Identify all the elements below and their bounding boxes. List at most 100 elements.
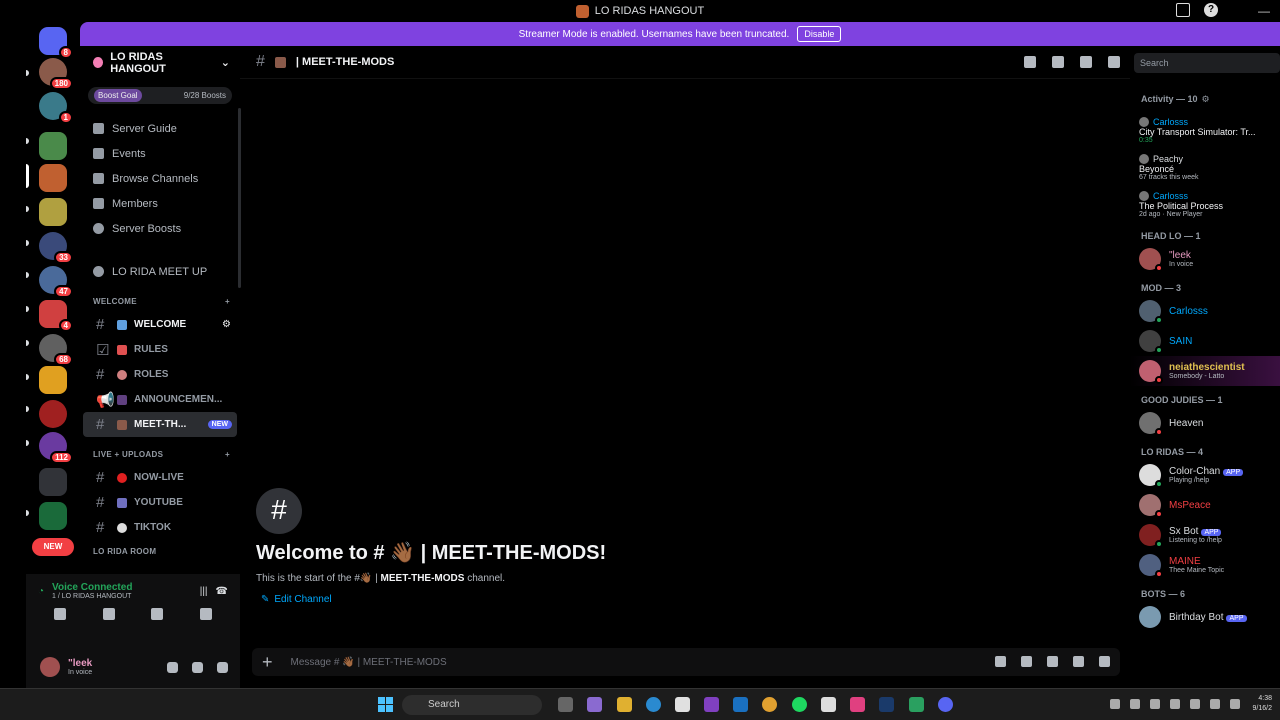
settings-icon[interactable]: ⚙ [222, 319, 231, 330]
app-icon[interactable] [704, 697, 719, 712]
member-item[interactable]: Heaven [1130, 408, 1280, 438]
edge-icon[interactable] [646, 697, 661, 712]
guild-icon[interactable]: 33 [39, 232, 73, 264]
app-icon[interactable] [909, 697, 924, 712]
guild-icon[interactable]: 1 [39, 92, 73, 124]
task-view-icon[interactable] [558, 697, 573, 712]
nav-members[interactable]: Members [80, 191, 240, 216]
help-icon[interactable]: ? [1204, 3, 1218, 17]
file-explorer-icon[interactable] [617, 697, 632, 712]
member-list-icon[interactable] [1108, 56, 1120, 68]
nav-browse-channels[interactable]: Browse Channels [80, 166, 240, 191]
guild-icon[interactable] [39, 132, 67, 160]
screen-share-icon[interactable] [102, 608, 115, 620]
plus-icon[interactable]: + [225, 297, 230, 306]
volume-icon[interactable] [1210, 699, 1220, 709]
activity-icon[interactable] [151, 608, 164, 620]
threads-icon[interactable] [1024, 56, 1036, 68]
voice-title[interactable]: Voice Connected [52, 582, 132, 593]
activity-card[interactable]: Carlosss The Political Process 2d ago · … [1139, 191, 1280, 218]
server-header[interactable]: LO RIDAS HANGOUT ⌄ [80, 46, 240, 79]
guild-icon[interactable]: 112 [39, 432, 73, 464]
wifi-icon[interactable] [1190, 699, 1200, 709]
member-item[interactable]: SAIN [1130, 326, 1280, 356]
gear-icon[interactable] [217, 661, 228, 673]
capcut-icon[interactable] [821, 697, 836, 712]
disable-streamer-button[interactable]: Disable [797, 26, 842, 42]
channel-meet-the-mods[interactable]: # MEET-TH... NEW [83, 412, 237, 437]
member-item[interactable]: MAINE Thee Maine Topic [1130, 550, 1280, 580]
guild-icon[interactable]: 47 [39, 266, 73, 298]
chrome-icon[interactable] [762, 697, 777, 712]
gift-icon[interactable] [995, 656, 1006, 667]
category-lo-rida-room[interactable]: LO RIDA ROOM [80, 540, 240, 562]
guild-icon-active[interactable] [39, 164, 67, 192]
edit-channel-link[interactable]: ✎ Edit Channel [261, 594, 606, 605]
mic-icon[interactable] [167, 661, 178, 673]
channel-rules[interactable]: ☑ RULES [83, 337, 237, 362]
voice-sub[interactable]: 1 / LO RIDAS HANGOUT [52, 593, 132, 600]
avatar[interactable] [40, 657, 60, 677]
member-item[interactable]: Color-Chan APP Playing /help [1130, 460, 1280, 490]
member-item[interactable]: Sx Bot APP Listening to /help [1130, 520, 1280, 550]
activity-card[interactable]: Peachy Beyoncé 67 tracks this week [1139, 154, 1280, 181]
folder-icon[interactable] [39, 468, 67, 496]
usb-icon[interactable] [1150, 699, 1160, 709]
notifications-icon[interactable] [1052, 56, 1064, 68]
guild-icon[interactable] [39, 366, 67, 394]
plus-icon[interactable]: + [225, 450, 230, 459]
guild-icon[interactable]: 180 [39, 58, 73, 90]
activity-card[interactable]: Carlosss City Transport Simulator: Tr...… [1139, 117, 1280, 144]
battery-icon[interactable] [1230, 699, 1240, 709]
channel-now-live[interactable]: # NOW-LIVE [83, 465, 237, 490]
message-composer[interactable]: + Message # 👋🏾 | MEET-THE-MODS [252, 648, 1120, 676]
nav-server-boosts[interactable]: Server Boosts [80, 216, 240, 241]
boost-goal[interactable]: Boost Goal 9/28 Boosts [88, 87, 232, 104]
disconnect-icon[interactable]: ☎ [216, 586, 228, 597]
channel-welcome[interactable]: # WELCOME ⚙ [83, 312, 237, 337]
cloud-icon[interactable] [1130, 699, 1140, 709]
outlook-icon[interactable] [733, 697, 748, 712]
category-live-uploads[interactable]: LIVE + UPLOADS + [80, 443, 240, 465]
camera-off-icon[interactable] [54, 608, 67, 620]
soundboard-icon[interactable] [199, 608, 212, 620]
message-input[interactable]: Message # 👋🏾 | MEET-THE-MODS [291, 657, 447, 668]
guild-icon[interactable]: 4 [39, 300, 73, 332]
channel-roles[interactable]: # ROLES [83, 362, 237, 387]
member-item[interactable]: "leek In voice [1130, 244, 1280, 274]
stage-channel[interactable]: LO RIDA MEET UP [80, 259, 240, 284]
guild-icon[interactable] [39, 502, 67, 530]
search-input[interactable]: Search [1134, 53, 1280, 73]
channel-youtube[interactable]: # YOUTUBE [83, 490, 237, 515]
spotify-icon[interactable] [792, 697, 807, 712]
nav-server-guide[interactable]: Server Guide [80, 116, 240, 141]
emoji-icon[interactable] [1073, 656, 1084, 667]
inbox-icon[interactable] [1176, 3, 1190, 17]
gif-icon[interactable] [1021, 656, 1032, 667]
noise-suppression-icon[interactable]: ||| [200, 586, 208, 597]
new-guild-badge[interactable]: NEW [32, 538, 74, 556]
apps-icon[interactable] [1099, 656, 1110, 667]
guild-icon[interactable]: 68 [39, 334, 73, 366]
start-icon[interactable] [378, 697, 393, 712]
category-welcome[interactable]: WELCOME + [80, 290, 240, 312]
gear-icon[interactable]: ⚙ [1202, 94, 1210, 105]
steam-icon[interactable] [879, 697, 894, 712]
channel-tiktok[interactable]: # TIKTOK [83, 515, 237, 540]
system-clock[interactable]: 4:38 9/16/2 [1253, 694, 1272, 714]
headphones-icon[interactable] [192, 661, 203, 673]
discord-home-icon[interactable]: 8 [39, 27, 73, 59]
taskbar-search[interactable]: Search [402, 695, 542, 715]
minimize-button[interactable]: — [1248, 4, 1280, 18]
sidebar-scrollbar[interactable] [238, 108, 241, 288]
channel-announcements[interactable]: 📢 ANNOUNCEMEN... [83, 387, 237, 412]
guild-icon[interactable] [39, 198, 67, 226]
member-item[interactable]: Carlosss [1130, 296, 1280, 326]
member-item[interactable]: neiathescientist Somebody - Latto [1130, 356, 1280, 386]
discord-taskbar-icon[interactable] [938, 697, 953, 712]
store-icon[interactable] [675, 697, 690, 712]
tablet-icon[interactable] [1170, 699, 1180, 709]
attach-plus-icon[interactable]: + [262, 652, 273, 673]
pin-icon[interactable] [1080, 56, 1092, 68]
copilot-icon[interactable] [587, 697, 602, 712]
